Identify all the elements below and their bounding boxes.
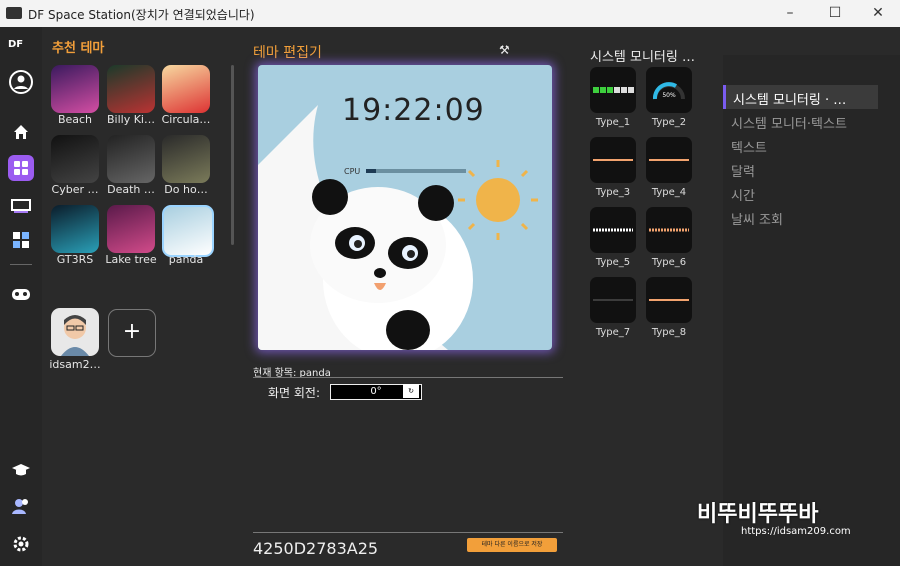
education-icon[interactable] xyxy=(8,457,34,483)
monitor-type-label: Type_7 xyxy=(595,327,631,338)
nav-divider xyxy=(10,264,32,265)
theme-tile-label: Cyber … xyxy=(51,183,99,196)
theme-tile-label: GT3RS xyxy=(56,253,94,266)
cpu-label: CPU xyxy=(344,167,361,176)
watermark-brand: 비뚜비뚜뚜바 xyxy=(697,502,819,527)
theme-tile-label: Do ho… xyxy=(164,183,208,196)
monitor-type-tile[interactable] xyxy=(646,137,692,183)
theme-tile[interactable] xyxy=(107,205,155,253)
monitor-type-tile[interactable] xyxy=(646,207,692,253)
maximize-button[interactable]: ☐ xyxy=(813,0,857,27)
monitor-type-tile[interactable]: 50% xyxy=(646,67,692,113)
rotation-label: 화면 회전: xyxy=(268,386,321,400)
profile-icon[interactable] xyxy=(8,69,34,95)
monitor-type-label: Type_3 xyxy=(595,187,631,198)
category-item[interactable]: 시스템 모니터링 · … xyxy=(733,89,846,108)
category-item[interactable]: 시간 xyxy=(731,185,755,204)
save-as-button[interactable]: 테마 다른 이름으로 저장 xyxy=(467,538,557,552)
close-button[interactable]: ✕ xyxy=(856,0,900,27)
monitor-type-tile[interactable] xyxy=(646,277,692,323)
app-body: DF 추천 테마 Beach Billy Ki… Circula… Cyber … xyxy=(0,27,900,566)
category-item[interactable]: 텍스트 xyxy=(731,137,767,156)
rotate-right-button[interactable]: ↻ xyxy=(403,384,419,398)
clock-widget[interactable]: 19:22:09 xyxy=(342,93,485,128)
theme-scrollbar[interactable] xyxy=(231,65,234,245)
theme-preview-canvas[interactable]: 19:22:09 CPU xyxy=(258,65,552,350)
cpu-progress-fill xyxy=(366,169,376,173)
monitor-type-tile[interactable] xyxy=(590,277,636,323)
tools-icon[interactable]: ⚒ xyxy=(499,43,510,57)
divider xyxy=(253,532,563,533)
monitor-type-label: Type_6 xyxy=(651,257,687,268)
title-bar: DF Space Station(장치가 연결되었습니다) – ☐ ✕ xyxy=(0,0,900,27)
gauge-value: 50% xyxy=(662,92,676,99)
theme-tile[interactable] xyxy=(51,205,99,253)
gallery-icon[interactable] xyxy=(8,227,34,253)
users-icon[interactable] xyxy=(8,493,34,519)
category-item[interactable]: 날씨 조회 xyxy=(731,209,783,228)
window-title: DF Space Station(장치가 연결되었습니다) xyxy=(28,8,255,22)
monitor-type-tile[interactable] xyxy=(590,67,636,113)
monitor-type-label: Type_4 xyxy=(651,187,687,198)
monitor-type-tile[interactable] xyxy=(590,207,636,253)
category-item[interactable]: 달력 xyxy=(731,161,755,180)
cpu-progress-bar[interactable] xyxy=(366,169,466,173)
theme-tile-label: Billy Ki… xyxy=(107,113,155,126)
settings-icon[interactable] xyxy=(8,531,34,557)
theme-tile[interactable] xyxy=(51,65,99,113)
theme-tile[interactable] xyxy=(107,135,155,183)
user-theme-tile[interactable] xyxy=(51,308,99,356)
theme-tile[interactable] xyxy=(162,205,214,257)
theme-tile-label: Death … xyxy=(107,183,155,196)
theme-tile-label: Circula… xyxy=(161,113,211,126)
device-serial: 4250D2783A25 xyxy=(253,539,379,558)
theme-tile[interactable] xyxy=(51,135,99,183)
monitor-type-tile[interactable] xyxy=(590,137,636,183)
watermark-url: https://idsam209.com xyxy=(741,526,851,537)
theme-tile[interactable] xyxy=(162,135,210,183)
monitor-type-label: Type_2 xyxy=(651,117,687,128)
theme-icon[interactable] xyxy=(8,155,34,181)
theme-tile-label: Lake tree xyxy=(105,253,157,266)
monitor-type-label: Type_8 xyxy=(651,327,687,338)
app-logo-icon xyxy=(6,7,22,19)
category-item[interactable]: 시스템 모니터·텍스트 xyxy=(731,113,847,132)
brand-logo: DF xyxy=(8,39,24,50)
theme-tile[interactable] xyxy=(107,65,155,113)
category-list: 시스템 모니터링 · … 시스템 모니터·텍스트텍스트달력시간날씨 조회 xyxy=(723,55,900,566)
editor-title: 테마 편집기 xyxy=(253,45,322,61)
user-theme-label: idsam2… xyxy=(49,358,101,371)
theme-tile-label: Beach xyxy=(57,113,93,126)
home-icon[interactable] xyxy=(8,119,34,145)
watermark-logo: 비뚜비뚜뚜바 https://idsam209.com xyxy=(697,494,887,554)
display-icon[interactable] xyxy=(8,193,34,219)
theme-tile[interactable] xyxy=(162,65,210,113)
theme-tile-label: panda xyxy=(168,253,204,266)
gamepad-icon[interactable] xyxy=(8,281,34,307)
recommended-title: 추천 테마 xyxy=(52,41,105,56)
nav-rail: DF xyxy=(0,27,42,566)
monitor-type-label: Type_1 xyxy=(595,117,631,128)
divider xyxy=(253,377,563,378)
monitor-type-label: Type_5 xyxy=(595,257,631,268)
monitor-title: 시스템 모니터링 … xyxy=(590,50,695,65)
add-theme-button[interactable]: + xyxy=(108,309,156,357)
minimize-button[interactable]: – xyxy=(768,0,812,27)
